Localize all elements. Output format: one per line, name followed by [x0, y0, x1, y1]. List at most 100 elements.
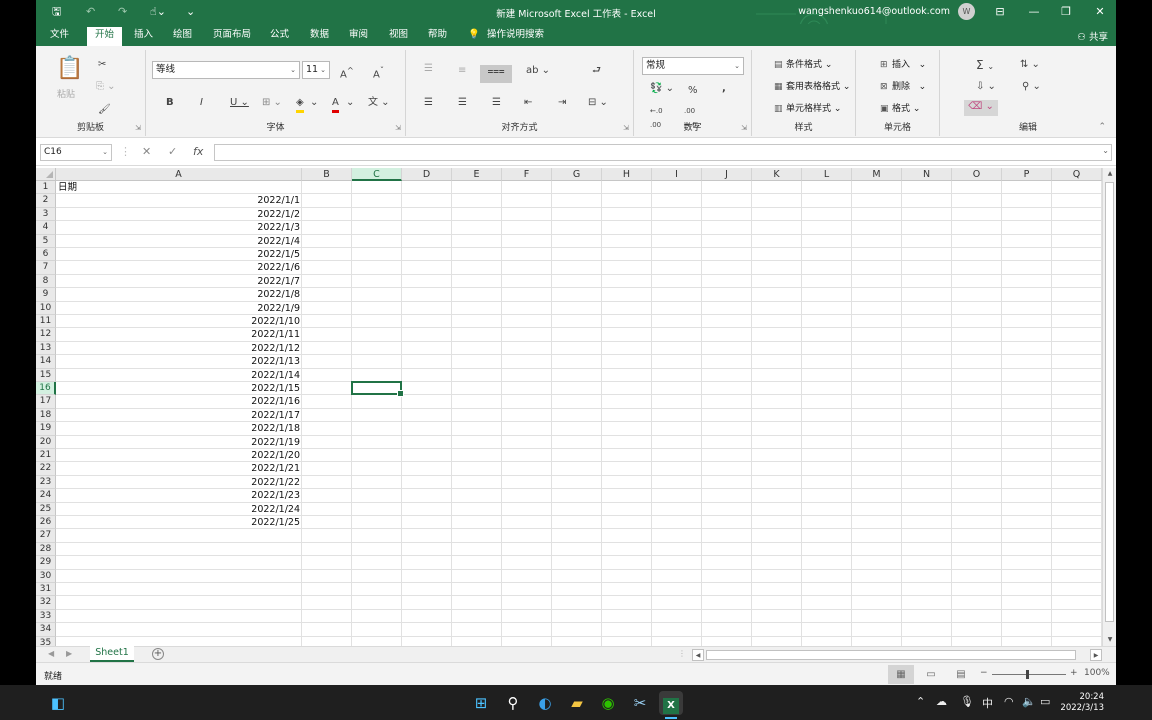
- row-header-3[interactable]: 3: [36, 207, 56, 222]
- file-explorer-icon[interactable]: ▰: [565, 691, 589, 715]
- zoom-slider-knob[interactable]: [1026, 670, 1029, 679]
- align-top-icon[interactable]: ☰: [424, 62, 433, 76]
- row-header-19[interactable]: 19: [36, 422, 56, 436]
- column-header-p[interactable]: P: [1002, 168, 1052, 181]
- align-left-icon[interactable]: ☰: [424, 96, 433, 110]
- align-middle-icon[interactable]: ≡: [458, 64, 466, 78]
- paste-icon[interactable]: 📋: [56, 56, 83, 82]
- row-header-27[interactable]: 27: [36, 529, 56, 543]
- fill-color-icon[interactable]: ◈: [296, 96, 304, 113]
- column-header-k[interactable]: K: [752, 168, 802, 181]
- enter-icon[interactable]: ✓: [168, 144, 177, 159]
- format-cells-button[interactable]: ▣ 格式 ⌄: [880, 102, 920, 116]
- sort-filter-icon[interactable]: ⇅ ⌄: [1020, 58, 1040, 72]
- cell-a9[interactable]: 2022/1/8: [56, 288, 302, 301]
- insert-cells-button[interactable]: ⊞ 插入 ⌄: [880, 58, 926, 72]
- restore-icon[interactable]: ❐: [1056, 4, 1076, 20]
- page-layout-view-icon[interactable]: ▭: [918, 665, 944, 684]
- column-header-f[interactable]: F: [502, 168, 552, 181]
- row-header-24[interactable]: 24: [36, 489, 56, 503]
- column-header-j[interactable]: J: [702, 168, 752, 181]
- column-header-o[interactable]: O: [952, 168, 1002, 181]
- excel-taskbar-icon[interactable]: X: [659, 691, 683, 715]
- copy-icon[interactable]: ⎘ ⌄: [96, 80, 116, 94]
- zoom-level[interactable]: 100%: [1084, 668, 1110, 678]
- ribbon-display-icon[interactable]: ⊟: [990, 4, 1010, 20]
- cell-a25[interactable]: 2022/1/24: [56, 503, 302, 516]
- find-select-icon[interactable]: ⚲ ⌄: [1022, 80, 1041, 94]
- cell-a5[interactable]: 2022/1/4: [56, 235, 302, 248]
- row-header-6[interactable]: 6: [36, 248, 56, 262]
- snipping-tool-icon[interactable]: ✂: [628, 691, 652, 715]
- borders-icon[interactable]: ⊞ ⌄: [262, 96, 282, 110]
- underline-icon[interactable]: U ⌄: [230, 96, 249, 110]
- cell-a15[interactable]: 2022/1/14: [56, 369, 302, 382]
- horizontal-scroll-thumb[interactable]: [706, 650, 1076, 660]
- cell-a24[interactable]: 2022/1/23: [56, 489, 302, 502]
- tab-view[interactable]: 视图: [389, 29, 408, 41]
- cell-a17[interactable]: 2022/1/16: [56, 395, 302, 408]
- row-header-17[interactable]: 17: [36, 395, 56, 409]
- dialog-launcher-icon[interactable]: ⇲: [135, 124, 141, 132]
- column-header-g[interactable]: G: [552, 168, 602, 181]
- scroll-up-icon[interactable]: ▲: [1103, 168, 1116, 180]
- active-cell-c16[interactable]: [351, 381, 404, 398]
- cell-a21[interactable]: 2022/1/20: [56, 449, 302, 462]
- clock[interactable]: 20:24 2022/3/13: [1060, 692, 1104, 714]
- cell-a26[interactable]: 2022/1/25: [56, 516, 302, 529]
- scroll-left-icon[interactable]: ◀: [692, 649, 704, 661]
- prev-sheet-icon[interactable]: ◀: [48, 649, 54, 658]
- conditional-formatting-button[interactable]: ▤ 条件格式 ⌄: [774, 58, 832, 72]
- column-header-q[interactable]: Q: [1052, 168, 1102, 181]
- row-header-11[interactable]: 11: [36, 315, 56, 329]
- cell-a23[interactable]: 2022/1/22: [56, 476, 302, 489]
- align-right-icon[interactable]: ☰: [492, 96, 501, 110]
- column-header-i[interactable]: I: [652, 168, 702, 181]
- column-header-a[interactable]: A: [56, 168, 302, 181]
- align-bottom-icon[interactable]: ⩶: [480, 65, 512, 83]
- row-header-18[interactable]: 18: [36, 408, 56, 423]
- autosum-icon[interactable]: Σ ⌄: [976, 58, 994, 74]
- tray-expand-icon[interactable]: ⌃: [916, 695, 925, 708]
- row-header-25[interactable]: 25: [36, 502, 56, 516]
- cell-a16[interactable]: 2022/1/15: [56, 382, 302, 395]
- cell-a18[interactable]: 2022/1/17: [56, 409, 302, 422]
- row-header-4[interactable]: 4: [36, 221, 56, 235]
- fill-icon[interactable]: ⇩ ⌄: [976, 80, 996, 94]
- ime-indicator[interactable]: 中: [982, 695, 993, 711]
- cancel-icon[interactable]: ✕: [142, 144, 151, 159]
- format-painter-icon[interactable]: 🖌: [98, 103, 111, 117]
- percent-icon[interactable]: %: [688, 84, 698, 98]
- orientation-icon[interactable]: ab ⌄: [526, 64, 550, 78]
- vertical-scroll-thumb[interactable]: [1105, 182, 1114, 622]
- row-header-5[interactable]: 5: [36, 234, 56, 248]
- cell-a20[interactable]: 2022/1/19: [56, 436, 302, 449]
- tab-help[interactable]: 帮助: [428, 29, 447, 41]
- account-email[interactable]: wangshenkuo614@outlook.com: [798, 6, 950, 17]
- dialog-launcher-icon[interactable]: ⇲: [395, 124, 401, 132]
- italic-icon[interactable]: I: [200, 96, 203, 110]
- column-header-l[interactable]: L: [802, 168, 852, 181]
- phonetic-icon[interactable]: 文 ⌄: [368, 96, 390, 110]
- edge-icon[interactable]: ◐: [533, 691, 557, 715]
- search-icon[interactable]: ⚲: [501, 691, 525, 715]
- merge-center-icon[interactable]: ⊟ ⌄: [588, 96, 608, 110]
- lightbulb-icon[interactable]: 💡: [468, 29, 480, 41]
- microphone-icon[interactable]: 🎙: [960, 695, 974, 708]
- zoom-slider[interactable]: [992, 670, 1066, 679]
- row-header-2[interactable]: 2: [36, 194, 56, 208]
- row-header-8[interactable]: 8: [36, 274, 56, 289]
- scroll-right-icon[interactable]: ▶: [1090, 649, 1102, 661]
- cell-a22[interactable]: 2022/1/21: [56, 462, 302, 475]
- row-header-29[interactable]: 29: [36, 556, 56, 570]
- cell-a4[interactable]: 2022/1/3: [56, 221, 302, 234]
- cell-a3[interactable]: 2022/1/2: [56, 208, 302, 221]
- format-as-table-button[interactable]: ▦ 套用表格格式 ⌄: [774, 80, 850, 94]
- cell-a7[interactable]: 2022/1/6: [56, 261, 302, 274]
- add-sheet-icon[interactable]: +: [152, 648, 164, 660]
- row-header-22[interactable]: 22: [36, 462, 56, 476]
- page-break-view-icon[interactable]: ▤: [948, 665, 974, 684]
- decrease-indent-icon[interactable]: ⇤: [524, 96, 532, 110]
- row-header-23[interactable]: 23: [36, 475, 56, 490]
- worksheet-grid[interactable]: A B C D E F G H I J K L M N O P Q 1 2 3 4 5 6 7 8 9 10 11 12 13 14 15 16…: [36, 168, 1102, 646]
